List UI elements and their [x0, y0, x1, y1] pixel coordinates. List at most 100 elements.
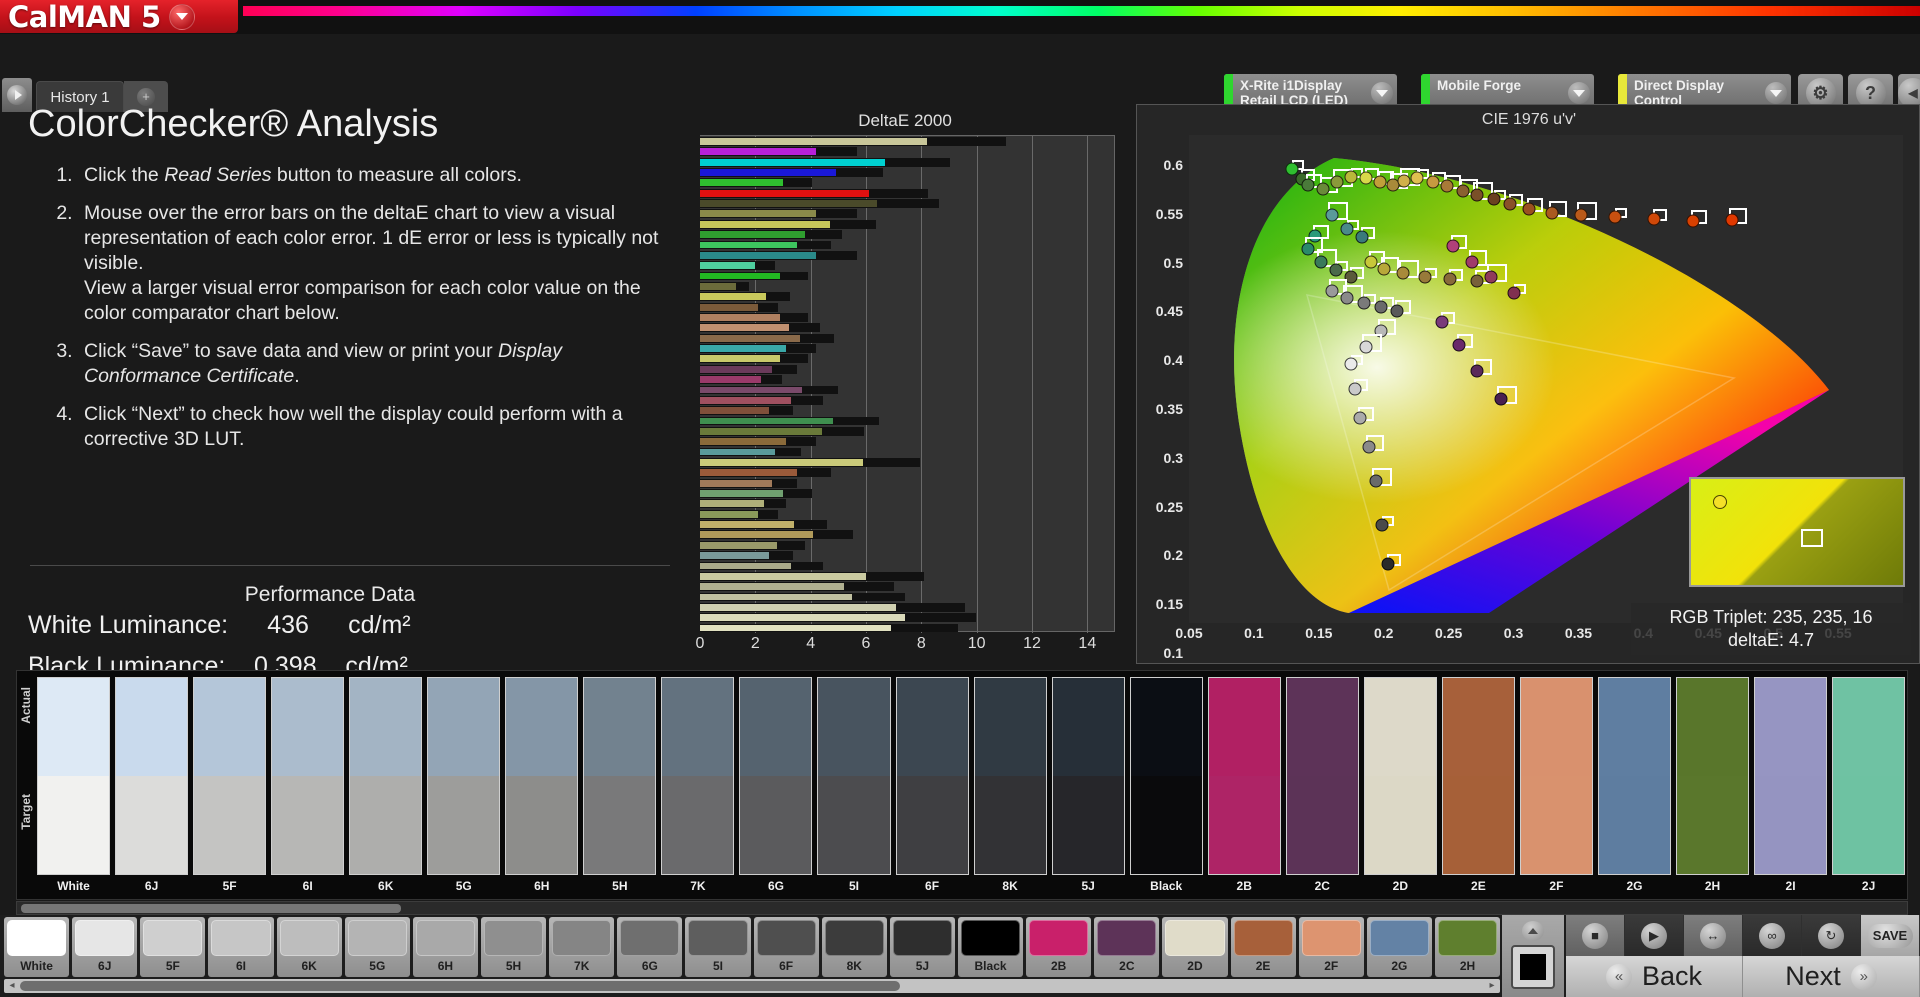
comparator-scrollbar-thumb[interactable]: [21, 904, 401, 913]
table-row[interactable]: [700, 158, 886, 166]
comparator-swatch[interactable]: [583, 677, 657, 875]
chevron-down-icon[interactable]: [168, 3, 195, 30]
comparator-patch[interactable]: 2F: [1519, 677, 1593, 897]
comparator-swatch[interactable]: [1207, 677, 1281, 875]
selected-patch-preview[interactable]: [1502, 915, 1564, 997]
cie-measured-marker[interactable]: [1647, 212, 1661, 226]
table-row[interactable]: [700, 490, 783, 497]
cie-measured-marker[interactable]: [1608, 210, 1622, 224]
comparator-swatch[interactable]: [271, 677, 345, 875]
cie-measured-marker[interactable]: [1418, 270, 1432, 284]
patch-selector-item[interactable]: 5I: [685, 917, 751, 977]
comparator-swatch[interactable]: [1129, 677, 1203, 875]
cie-measured-marker[interactable]: [1381, 557, 1395, 571]
comparator-patch[interactable]: 8K: [973, 677, 1047, 897]
cie-measured-marker[interactable]: [1396, 266, 1410, 280]
patch-selector-item[interactable]: 5H: [480, 917, 547, 977]
patch-selector-item[interactable]: 2G: [1366, 917, 1432, 977]
table-row[interactable]: [700, 438, 786, 446]
table-row[interactable]: [700, 479, 772, 487]
table-row[interactable]: [700, 355, 781, 363]
stop-button[interactable]: ■: [1566, 915, 1625, 956]
table-row[interactable]: [700, 169, 836, 176]
cie-measured-marker[interactable]: [1301, 178, 1315, 192]
comparator-swatch[interactable]: [739, 677, 813, 875]
table-row[interactable]: [700, 293, 767, 301]
chevron-up-icon[interactable]: [1522, 921, 1544, 941]
patch-selector-item[interactable]: 2C: [1094, 917, 1160, 977]
patch-selector-item[interactable]: 2D: [1162, 917, 1228, 977]
cie-measured-marker[interactable]: [1494, 392, 1508, 406]
cie-measured-marker[interactable]: [1314, 255, 1328, 269]
table-row[interactable]: [700, 251, 817, 259]
table-row[interactable]: [700, 531, 814, 539]
table-row[interactable]: [700, 314, 781, 321]
chevron-left-icon[interactable]: ◂: [6, 980, 18, 992]
comparator-swatch[interactable]: [349, 677, 423, 875]
comparator-patch[interactable]: 5I: [817, 677, 891, 897]
cie-measured-marker[interactable]: [1470, 364, 1484, 378]
table-row[interactable]: [700, 417, 833, 425]
cie-measured-marker[interactable]: [1725, 213, 1739, 227]
cie-measured-marker[interactable]: [1410, 171, 1424, 185]
chevron-right-icon[interactable]: ▸: [1486, 980, 1498, 992]
cie-measured-marker[interactable]: [1507, 286, 1521, 300]
cie-measured-marker[interactable]: [1375, 518, 1389, 532]
cie-measured-marker[interactable]: [1344, 170, 1358, 184]
cie-measured-marker[interactable]: [1443, 272, 1457, 286]
table-row[interactable]: [700, 572, 866, 580]
table-row[interactable]: [700, 562, 792, 570]
comparator-patch[interactable]: 6K: [349, 677, 423, 897]
comparator-swatch[interactable]: [1754, 677, 1828, 875]
cie-measured-marker[interactable]: [1470, 188, 1484, 202]
comparator-patch[interactable]: Black: [1129, 677, 1203, 897]
comparator-swatch[interactable]: [115, 677, 189, 875]
cie-measured-marker[interactable]: [1329, 263, 1343, 277]
comparator-patch[interactable]: 2J: [1832, 677, 1906, 897]
comparator-patch[interactable]: 7K: [661, 677, 735, 897]
comparator-patch[interactable]: 6I: [271, 677, 345, 897]
cie-measured-marker[interactable]: [1426, 175, 1440, 189]
comparator-swatch[interactable]: [1832, 677, 1906, 875]
table-row[interactable]: [700, 210, 817, 218]
table-row[interactable]: [700, 200, 878, 207]
cie-measured-marker[interactable]: [1440, 179, 1454, 193]
comparator-patch[interactable]: 5J: [1051, 677, 1125, 897]
comparator-patch[interactable]: 2B: [1207, 677, 1281, 897]
table-row[interactable]: [700, 231, 806, 239]
comparator-patch[interactable]: 6F: [895, 677, 969, 897]
cie-measured-marker[interactable]: [1465, 255, 1479, 269]
patch-selector-item[interactable]: 6H: [412, 917, 478, 977]
comparator-scrollbar[interactable]: [16, 901, 1908, 915]
table-row[interactable]: [700, 624, 891, 632]
comparator-patch[interactable]: 6J: [115, 677, 189, 897]
cie-measured-marker[interactable]: [1574, 208, 1588, 222]
comparator-patch[interactable]: 5F: [193, 677, 267, 897]
comparator-swatch[interactable]: [973, 677, 1047, 875]
cie-measured-marker[interactable]: [1344, 357, 1358, 371]
comparator-swatch[interactable]: [817, 677, 891, 875]
table-row[interactable]: [700, 614, 905, 622]
save-button[interactable]: SAVE: [1861, 915, 1920, 956]
cie-measured-marker[interactable]: [1374, 300, 1388, 314]
patch-selector-list[interactable]: White 6J 5F 6I 6K 5G 6H 5H 7K 6G 5I 6F 8K 5J Black 2B 2C…: [4, 917, 1501, 977]
cie-measured-marker[interactable]: [1359, 171, 1373, 185]
delta-e-bars[interactable]: [700, 136, 1114, 633]
table-row[interactable]: [700, 272, 781, 280]
comparator-swatch[interactable]: [505, 677, 579, 875]
cie-measured-marker[interactable]: [1340, 291, 1354, 305]
comparator-patch[interactable]: 2C: [1285, 677, 1359, 897]
cie-measured-marker[interactable]: [1487, 192, 1501, 206]
table-row[interactable]: [700, 220, 831, 228]
comparator-patch[interactable]: 5H: [583, 677, 657, 897]
patch-selector-item[interactable]: White: [4, 917, 70, 977]
table-row[interactable]: [700, 148, 817, 156]
cie-measured-marker[interactable]: [1390, 304, 1404, 318]
delta-e-plot-area[interactable]: [700, 135, 1115, 633]
comparator-swatch[interactable]: [1363, 677, 1437, 875]
comparator-patch[interactable]: 2H: [1675, 677, 1750, 897]
patch-selector-item[interactable]: 2E: [1230, 917, 1296, 977]
table-row[interactable]: [700, 521, 795, 528]
cie-measured-marker[interactable]: [1522, 202, 1536, 216]
comparator-patch[interactable]: 6G: [739, 677, 813, 897]
